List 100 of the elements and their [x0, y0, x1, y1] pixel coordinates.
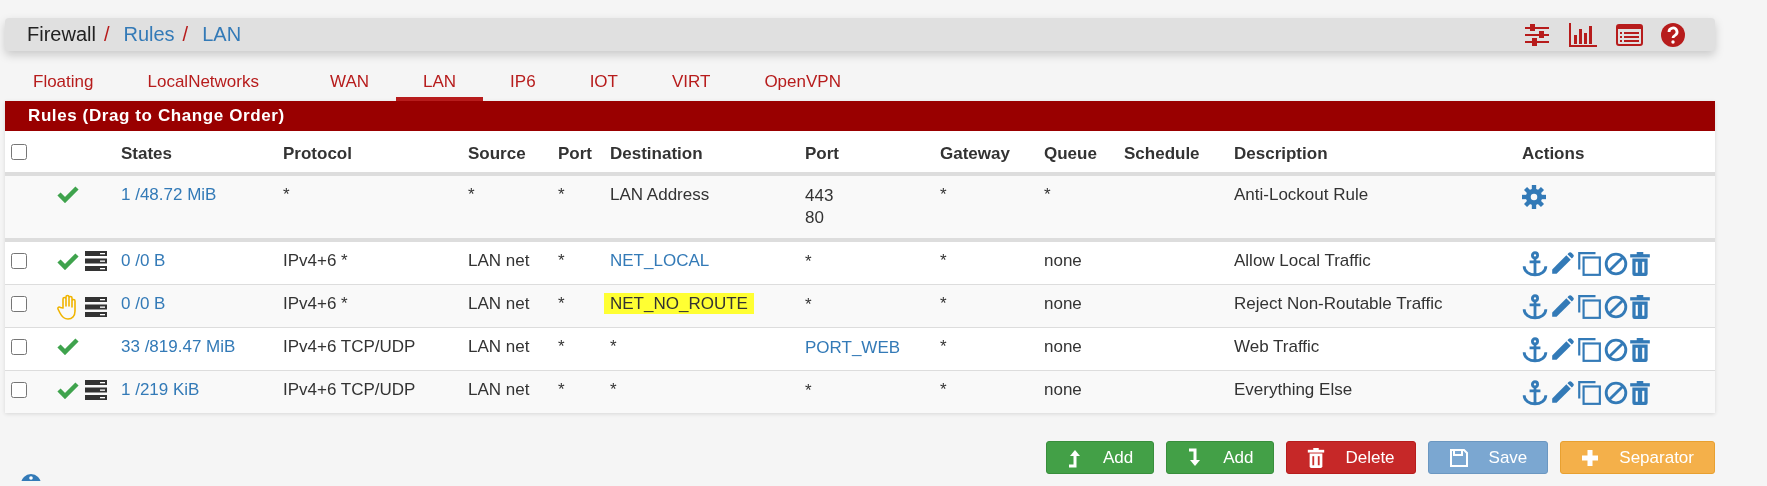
table-cell: Reject Non-Routable Traffic — [1234, 294, 1443, 313]
tab[interactable]: IOT — [562, 71, 645, 101]
column-header: Protocol — [283, 143, 352, 163]
delete-button[interactable]: Delete — [1286, 441, 1416, 474]
add-button[interactable]: Add — [1045, 441, 1155, 474]
column-header: Actions — [1522, 143, 1585, 163]
bar-chart-icon[interactable] — [1568, 22, 1598, 47]
table-cell-text: 80 — [805, 207, 825, 229]
table-cell: Allow Local Traffic — [1234, 251, 1371, 270]
trash-icon[interactable] — [1630, 252, 1650, 276]
tab[interactable]: LocalNetworks — [120, 71, 303, 101]
disable-icon[interactable] — [1604, 338, 1628, 362]
table-cell: LAN net — [468, 251, 530, 270]
table-cell: none — [1044, 337, 1082, 356]
states-link[interactable]: 33 /819.47 MiB — [121, 337, 236, 356]
disable-icon[interactable] — [1604, 252, 1628, 276]
trash-icon[interactable] — [1630, 381, 1650, 405]
pencil-icon[interactable] — [1550, 252, 1574, 276]
table-cell: Web Traffic — [1234, 337, 1320, 356]
list-icon[interactable] — [1616, 23, 1643, 46]
table-cell: * — [610, 380, 617, 399]
states-link[interactable]: 0 /0 B — [121, 294, 166, 313]
breadcrumb-separator: / — [103, 23, 110, 46]
table-cell: IPv4+6 TCP/UDP — [283, 380, 416, 399]
anchor-icon[interactable] — [1522, 251, 1548, 277]
trash-icon[interactable] — [1630, 295, 1650, 319]
table-cell: IPv4+6 TCP/UDP — [283, 337, 416, 356]
table-cell: * — [940, 251, 947, 270]
info-icon[interactable] — [20, 473, 42, 481]
disable-icon[interactable] — [1604, 381, 1628, 405]
copy-icon[interactable] — [1576, 294, 1602, 320]
pencil-icon[interactable] — [1550, 338, 1574, 362]
table-cell: IPv4+6 * — [283, 251, 348, 270]
table-cell: * — [558, 185, 565, 204]
table-cell: * — [940, 294, 947, 313]
help-icon[interactable] — [1661, 22, 1685, 47]
table-cell: * — [940, 380, 947, 399]
states-link[interactable]: 1 /48.72 MiB — [121, 185, 217, 204]
row-checkbox[interactable] — [11, 253, 27, 269]
breadcrumb-link[interactable]: Rules — [123, 23, 175, 46]
table-cell: * — [940, 185, 947, 204]
floppy-icon — [1448, 447, 1469, 468]
table-cell: LAN net — [468, 337, 530, 356]
table-cell: LAN net — [468, 380, 530, 399]
table-cell: * — [558, 251, 565, 270]
table-cell: none — [1044, 251, 1082, 270]
sliders-icon[interactable] — [1524, 23, 1550, 46]
row-checkbox[interactable] — [11, 382, 27, 398]
disable-icon[interactable] — [1604, 295, 1628, 319]
tab[interactable]: OpenVPN — [737, 71, 868, 101]
column-header: Port — [558, 143, 592, 163]
breadcrumb-item: Firewall — [27, 23, 96, 46]
tab[interactable]: WAN — [303, 71, 396, 101]
breadcrumb-link[interactable]: LAN — [202, 23, 242, 46]
trash-icon[interactable] — [1630, 338, 1650, 362]
anchor-icon[interactable] — [1522, 294, 1548, 320]
settings-icon[interactable] — [1522, 185, 1546, 209]
trash-icon — [1307, 447, 1326, 468]
anchor-icon[interactable] — [1522, 337, 1548, 363]
states-link[interactable]: 0 /0 B — [121, 251, 166, 270]
alias-link[interactable]: NET_LOCAL — [610, 251, 710, 270]
tab[interactable]: Floating — [6, 71, 121, 101]
row-checkbox[interactable] — [11, 296, 27, 312]
copy-icon[interactable] — [1576, 251, 1602, 277]
table-cell-text: * — [805, 380, 813, 402]
table-cell: * — [940, 337, 947, 356]
plus-icon — [1581, 448, 1600, 467]
table-cell: * — [1044, 185, 1051, 204]
save-button[interactable]: Save — [1427, 441, 1549, 474]
column-header: Schedule — [1124, 143, 1200, 163]
pencil-icon[interactable] — [1550, 381, 1574, 405]
table-cell: none — [1044, 380, 1082, 399]
table-cell: * — [283, 185, 290, 204]
column-header: States — [121, 143, 173, 163]
tab[interactable]: VIRT — [644, 71, 738, 101]
column-header: Gateway — [940, 143, 1010, 163]
breadcrumb-separator: / — [182, 23, 189, 46]
table-cell: IPv4+6 * — [283, 294, 348, 313]
tab[interactable]: IP6 — [483, 71, 563, 101]
table-cell-text: * — [805, 294, 813, 316]
copy-icon[interactable] — [1576, 380, 1602, 406]
table-cell-text: * — [805, 251, 813, 273]
column-header: Source — [468, 143, 526, 163]
table-cell: LAN Address — [610, 185, 710, 204]
table-cell: LAN net — [468, 294, 530, 313]
anchor-icon[interactable] — [1522, 380, 1548, 406]
table-cell: * — [610, 337, 617, 356]
alias-link[interactable]: PORT_WEB — [805, 337, 928, 359]
select-all-checkbox[interactable] — [11, 144, 27, 160]
table-cell: * — [558, 294, 565, 313]
pencil-icon[interactable] — [1550, 295, 1574, 319]
add-button[interactable]: Add — [1166, 441, 1275, 474]
table-cell: * — [468, 185, 475, 204]
table-cell: * — [558, 337, 565, 356]
table-cell: Anti-Lockout Rule — [1234, 185, 1369, 204]
row-checkbox[interactable] — [11, 339, 27, 355]
table-cell-text: 443 — [805, 185, 835, 207]
table-cell: Everything Else — [1234, 380, 1353, 399]
copy-icon[interactable] — [1576, 337, 1602, 363]
column-header: Queue — [1044, 143, 1097, 163]
